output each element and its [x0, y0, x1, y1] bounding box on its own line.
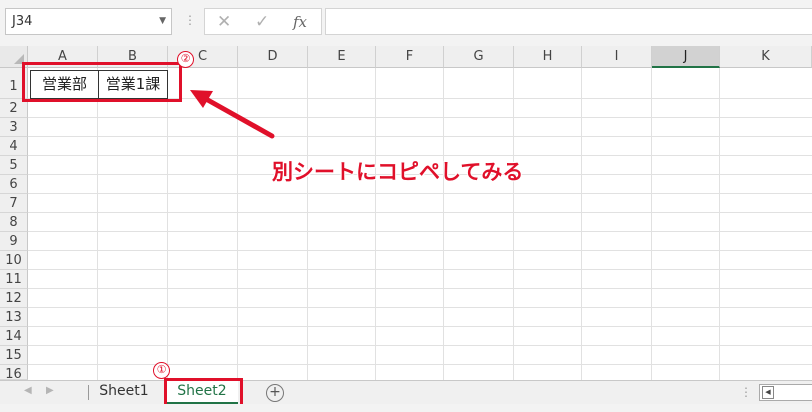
- row-header-9[interactable]: 9: [0, 232, 28, 251]
- gridline: [28, 345, 812, 346]
- row-header-15[interactable]: 15: [0, 346, 28, 365]
- gridline: [443, 68, 444, 380]
- column-header-i[interactable]: I: [582, 46, 652, 68]
- row-header-4[interactable]: 4: [0, 137, 28, 156]
- gridline: [28, 269, 812, 270]
- sheet-tab-bar: ◀ ▶ Sheet1 Sheet2 + ⋮ ◀: [0, 380, 812, 404]
- gridline: [307, 68, 308, 380]
- column-header-h[interactable]: H: [514, 46, 582, 68]
- row-header-7[interactable]: 7: [0, 194, 28, 213]
- annotation-marker-2: ②: [177, 51, 194, 68]
- status-bar: [0, 404, 812, 412]
- fx-icon[interactable]: fx: [293, 12, 307, 32]
- row-header-5[interactable]: 5: [0, 156, 28, 175]
- row-header-12[interactable]: 12: [0, 289, 28, 308]
- row-header-8[interactable]: 8: [0, 213, 28, 232]
- plus-circle-icon[interactable]: +: [266, 384, 284, 402]
- row-header-11[interactable]: 11: [0, 270, 28, 289]
- gridline: [237, 68, 238, 380]
- annotation-highlight-cells: [22, 62, 182, 102]
- cell-area[interactable]: 営業部 営業1課: [28, 68, 812, 380]
- sheet-tab-sheet1[interactable]: Sheet1: [92, 381, 156, 404]
- row-header-16[interactable]: 16: [0, 365, 28, 382]
- next-sheet-icon[interactable]: ▶: [46, 385, 54, 396]
- column-header-j[interactable]: J: [652, 46, 720, 68]
- formula-buttons: ✕ ✓ fx: [204, 8, 322, 35]
- row-header-3[interactable]: 3: [0, 118, 28, 137]
- close-icon[interactable]: ✕: [217, 12, 231, 32]
- gridline: [97, 68, 98, 380]
- gridline: [167, 68, 168, 380]
- gridline: [513, 68, 514, 380]
- gridline: [28, 117, 812, 118]
- row-header-10[interactable]: 10: [0, 251, 28, 270]
- gridline: [28, 212, 812, 213]
- annotation-callout: 別シートにコピペしてみる: [272, 160, 524, 184]
- prev-sheet-icon[interactable]: ◀: [24, 385, 32, 396]
- annotation-marker-1: ①: [153, 362, 170, 379]
- column-header-g[interactable]: G: [444, 46, 514, 68]
- formula-bar: J34 ▼ ⋮ ✕ ✓ fx: [0, 0, 812, 46]
- gridline: [28, 326, 812, 327]
- annotation-highlight-tab: [164, 378, 243, 407]
- gridline: [651, 68, 652, 380]
- scroll-left-icon[interactable]: ◀: [762, 386, 774, 399]
- gridline: [28, 250, 812, 251]
- column-header-e[interactable]: E: [308, 46, 376, 68]
- name-box-value: J34: [12, 14, 33, 29]
- horizontal-scrollbar[interactable]: ◀: [759, 384, 812, 401]
- tab-divider: [88, 385, 89, 400]
- name-box[interactable]: J34 ▼: [5, 8, 172, 35]
- gridline: [28, 364, 812, 365]
- gridline: [581, 68, 582, 380]
- row-header-6[interactable]: 6: [0, 175, 28, 194]
- grip-icon[interactable]: ⋮: [740, 385, 752, 399]
- gridline: [28, 231, 812, 232]
- formula-input[interactable]: [325, 8, 812, 35]
- column-header-f[interactable]: F: [376, 46, 444, 68]
- chevron-down-icon[interactable]: ▼: [159, 9, 166, 34]
- gridline: [719, 68, 720, 380]
- column-header-d[interactable]: D: [238, 46, 308, 68]
- grip-icon: ⋮: [184, 13, 196, 27]
- column-header-k[interactable]: K: [720, 46, 812, 68]
- gridline: [28, 193, 812, 194]
- gridline: [375, 68, 376, 380]
- gridline: [28, 288, 812, 289]
- row-header-14[interactable]: 14: [0, 327, 28, 346]
- check-icon[interactable]: ✓: [255, 12, 269, 32]
- row-header-13[interactable]: 13: [0, 308, 28, 327]
- gridline: [28, 307, 812, 308]
- gridline: [28, 136, 812, 137]
